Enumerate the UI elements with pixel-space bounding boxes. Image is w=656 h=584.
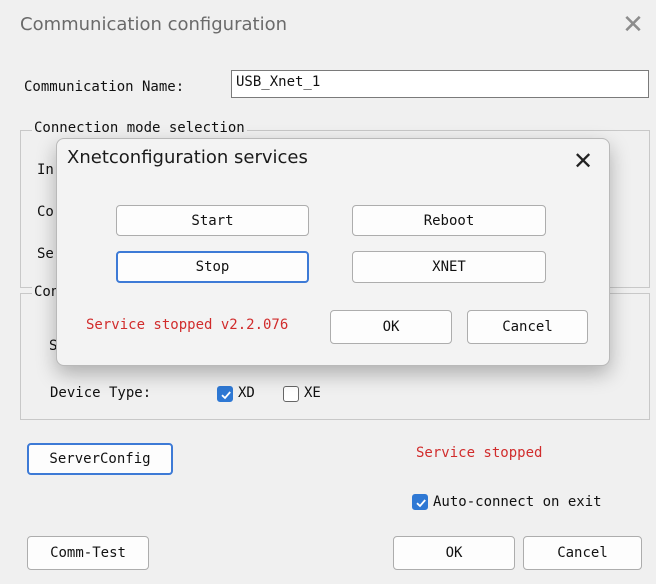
- device-xd-label: XD: [238, 385, 255, 401]
- connection-mode-group-label: Connection mode selection: [32, 120, 247, 136]
- comm-test-button[interactable]: Comm-Test: [27, 536, 149, 570]
- checkmark-icon: [416, 499, 426, 508]
- window-title: Communication configuration: [20, 14, 287, 35]
- close-icon[interactable]: ✕: [618, 10, 648, 40]
- popup-status-text: Service stopped v2.2.076: [86, 317, 289, 333]
- popup-ok-button[interactable]: OK: [330, 310, 452, 344]
- xnet-services-dialog: Xnetconfiguration services ✕ Start Reboo…: [56, 138, 610, 366]
- popup-title: Xnetconfiguration services: [67, 147, 308, 168]
- auto-connect-label: Auto-connect on exit: [433, 494, 602, 510]
- device-xd-checkbox[interactable]: [217, 386, 233, 402]
- checkmark-icon: [221, 391, 231, 400]
- ok-button[interactable]: OK: [393, 536, 515, 570]
- service-status-text: Service stopped: [416, 445, 543, 461]
- server-config-button[interactable]: ServerConfig: [27, 443, 173, 475]
- start-button[interactable]: Start: [116, 205, 309, 236]
- communication-name-input[interactable]: USB_Xnet_1: [231, 70, 649, 98]
- partial-label-3: Se: [37, 246, 54, 262]
- device-xe-checkbox[interactable]: [283, 386, 299, 402]
- communication-name-label: Communication Name:: [24, 79, 185, 95]
- reboot-button[interactable]: Reboot: [352, 205, 546, 236]
- xnet-button[interactable]: XNET: [352, 251, 546, 283]
- close-icon[interactable]: ✕: [565, 143, 601, 179]
- cancel-button[interactable]: Cancel: [523, 536, 642, 570]
- auto-connect-checkbox[interactable]: [412, 494, 428, 510]
- device-type-label: Device Type:: [50, 385, 152, 401]
- device-xe-label: XE: [304, 385, 321, 401]
- popup-cancel-button[interactable]: Cancel: [467, 310, 588, 344]
- partial-label-2: Co: [37, 204, 54, 220]
- partial-label-1: In: [37, 162, 54, 178]
- stop-button[interactable]: Stop: [116, 251, 309, 283]
